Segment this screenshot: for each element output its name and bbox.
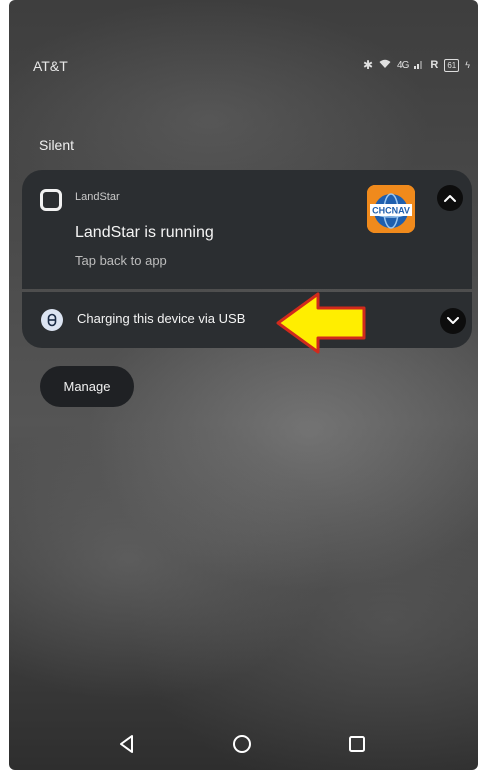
recents-button[interactable] xyxy=(345,732,369,756)
notification-card-usb[interactable]: Charging this device via USB xyxy=(22,292,472,348)
notification-app-name: LandStar xyxy=(75,191,120,203)
landstar-logo: CHCNAV xyxy=(367,185,415,233)
section-label-silent: Silent xyxy=(39,137,75,153)
bluetooth-icon: ✱ xyxy=(362,58,374,72)
status-icons: ✱ 4G R 61 ϟ xyxy=(363,58,470,72)
signal-icon xyxy=(414,59,424,72)
chevron-down-icon xyxy=(447,317,459,324)
network-type-label: 4G xyxy=(397,59,409,71)
carrier-label: AT&T xyxy=(33,58,68,74)
back-triangle-icon xyxy=(120,735,133,753)
back-button[interactable] xyxy=(115,732,139,756)
usb-notification-text: Charging this device via USB xyxy=(77,311,246,326)
wifi-icon xyxy=(379,59,391,72)
charging-bolt-icon: ϟ xyxy=(465,60,470,70)
manage-button[interactable]: Manage xyxy=(40,366,134,407)
recents-square-icon xyxy=(349,736,365,752)
home-button[interactable] xyxy=(230,732,254,756)
roaming-icon: R xyxy=(430,59,439,71)
status-bar: AT&T ✱ 4G R 61 ϟ xyxy=(9,0,478,90)
notification-title: LandStar is running xyxy=(75,224,214,241)
expand-button[interactable] xyxy=(440,308,466,334)
collapse-button[interactable] xyxy=(437,185,463,211)
home-circle-icon xyxy=(233,735,251,753)
svg-text:CHCNAV: CHCNAV xyxy=(372,206,410,216)
usb-icon xyxy=(41,309,63,331)
battery-icon: 61 xyxy=(444,58,460,72)
annotation-arrow-icon xyxy=(276,292,366,354)
notification-card-landstar[interactable]: LandStar LandStar is running Tap back to… xyxy=(22,170,472,289)
notification-text: Tap back to app xyxy=(75,253,167,268)
navigation-bar xyxy=(9,710,478,770)
app-status-icon xyxy=(40,189,62,211)
phone-screen: AT&T ✱ 4G R 61 ϟ Silent LandStar LandSta… xyxy=(9,0,478,770)
chevron-up-icon xyxy=(444,195,456,202)
